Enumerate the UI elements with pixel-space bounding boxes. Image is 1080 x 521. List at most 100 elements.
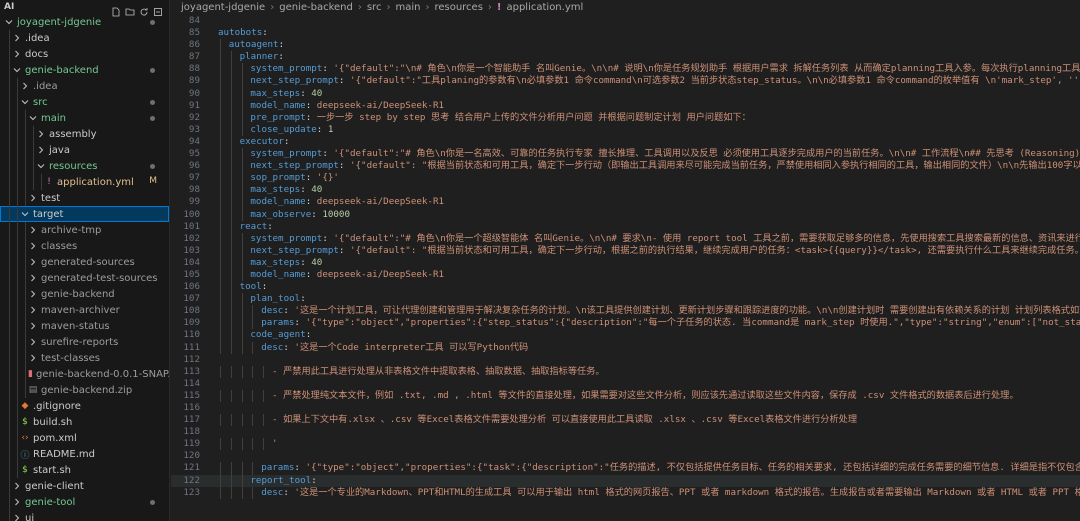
- collapse-all-icon[interactable]: [153, 2, 165, 16]
- chevron-right-icon[interactable]: [12, 514, 22, 521]
- new-file-icon[interactable]: [111, 2, 123, 17]
- breadcrumb-item[interactable]: genie-backend: [279, 2, 353, 13]
- code-line[interactable]: 84: [171, 15, 1080, 27]
- code-line[interactable]: 122 report_tool:: [171, 474, 1080, 487]
- tree-folder[interactable]: generated-sources: [0, 254, 169, 270]
- chevron-down-icon[interactable]: [36, 162, 46, 170]
- code-line[interactable]: 87 planner:: [171, 51, 1080, 64]
- tree-folder[interactable]: resources: [0, 158, 169, 174]
- code-line[interactable]: 123 desc: '这是一个专业的Markdown、PPT和HTML的生成工具 …: [171, 486, 1080, 499]
- chevron-right-icon[interactable]: [12, 498, 22, 506]
- tree-folder[interactable]: ui: [0, 510, 169, 521]
- chevron-right-icon[interactable]: [28, 194, 38, 202]
- breadcrumb-item[interactable]: resources: [434, 2, 482, 13]
- chevron-down-icon[interactable]: [28, 114, 38, 122]
- code-line[interactable]: 116: [171, 402, 1080, 414]
- tree-folder[interactable]: src: [0, 94, 169, 110]
- tree-folder[interactable]: classes: [0, 238, 169, 254]
- tree-file[interactable]: $ start.sh: [0, 462, 169, 478]
- code-line[interactable]: 86 autoagent:: [171, 39, 1080, 52]
- code-line[interactable]: 121 params: '{"type":"object","properties…: [171, 462, 1080, 475]
- tree-folder[interactable]: genie-tool: [0, 494, 169, 510]
- tree-folder[interactable]: archive-tmp: [0, 222, 169, 238]
- code-line[interactable]: 92 pre_prompt: 一步一步 step by step 思考 结合用户上…: [171, 111, 1080, 124]
- code-editor[interactable]: 84 85 autobots: 86 autoagent: 87 planner: 88 sys…: [171, 15, 1080, 521]
- code-line[interactable]: 90 max_steps: 40: [171, 87, 1080, 100]
- code-line[interactable]: 107 plan_tool:: [171, 293, 1080, 306]
- tree-folder[interactable]: joyagent-jdgenie: [0, 14, 169, 30]
- code-line[interactable]: 105 model_name: deepseek-ai/DeepSeek-R1: [171, 268, 1080, 282]
- chevron-right-icon[interactable]: [28, 226, 38, 234]
- code-line[interactable]: 85 autobots:: [171, 27, 1080, 39]
- tree-folder[interactable]: genie-client: [0, 478, 169, 494]
- tree-folder[interactable]: maven-archiver: [0, 302, 169, 318]
- chevron-right-icon[interactable]: [28, 306, 38, 314]
- tree-file[interactable]: ▮ genie-backend-0.0.1-SNAP...: [0, 366, 169, 382]
- code-line[interactable]: 103 next_step_prompt: '{"default": "根据当前状…: [171, 244, 1080, 257]
- code-line[interactable]: 98 max_steps: 40: [171, 184, 1080, 197]
- tree-file[interactable]: ! application.yml M: [0, 174, 169, 190]
- code-line[interactable]: 118: [171, 426, 1080, 438]
- code-line[interactable]: 89 next_step_prompt: '{"default":"工具plani…: [171, 75, 1080, 88]
- code-line[interactable]: 113 - 严禁用此工具进行处理从非表格文件中提取表格、抽取数据、抽取指标等任务。: [171, 365, 1080, 378]
- tree-folder[interactable]: docs: [0, 46, 169, 62]
- code-line[interactable]: 115 - 严禁处理纯文本文件，例如 .txt, .md , .html 等文件的…: [171, 389, 1080, 402]
- code-line[interactable]: 93 close_update: 1: [171, 123, 1080, 136]
- code-line[interactable]: 119 ': [171, 438, 1080, 451]
- code-line[interactable]: 112: [171, 354, 1080, 366]
- code-line[interactable]: 91 model_name: deepseek-ai/DeepSeek-R1: [171, 99, 1080, 112]
- tree-folder[interactable]: generated-test-sources: [0, 270, 169, 286]
- refresh-icon[interactable]: [139, 2, 151, 16]
- tree-folder[interactable]: genie-backend: [0, 62, 169, 78]
- tree-folder[interactable]: test-classes: [0, 350, 169, 366]
- code-line[interactable]: 109 params: '{"type":"object","properties…: [171, 317, 1080, 330]
- tree-folder[interactable]: target: [0, 206, 169, 222]
- breadcrumb-item[interactable]: main: [395, 2, 420, 13]
- tree-file[interactable]: ▤ genie-backend.zip: [0, 382, 169, 398]
- code-line[interactable]: 96 next_step_prompt: '{"default": "根据当前状态…: [171, 160, 1080, 173]
- code-line[interactable]: 94 executor:: [171, 135, 1080, 149]
- code-line[interactable]: 97 sop_prompt: '{}': [171, 172, 1080, 185]
- chevron-right-icon[interactable]: [28, 274, 38, 282]
- breadcrumb-item[interactable]: application.yml: [506, 2, 583, 13]
- tree-folder[interactable]: main: [0, 110, 169, 126]
- code-line[interactable]: 100 max_observe: 10000: [171, 208, 1080, 221]
- tree-folder[interactable]: surefire-reports: [0, 334, 169, 350]
- tree-folder[interactable]: java: [0, 142, 169, 158]
- chevron-down-icon[interactable]: [20, 210, 30, 218]
- chevron-right-icon[interactable]: [28, 258, 38, 266]
- chevron-right-icon[interactable]: [12, 482, 22, 490]
- tree-folder[interactable]: genie-backend: [0, 286, 169, 302]
- code-line[interactable]: 104 max_steps: 40: [171, 256, 1080, 269]
- tree-file[interactable]: $ build.sh: [0, 414, 169, 430]
- tree-file[interactable]: ◆ .gitignore: [0, 398, 169, 414]
- code-line[interactable]: 108 desc: '这是一个计划工具，可让代理创建和管理用于解决复杂任务的计划。…: [171, 305, 1080, 318]
- chevron-right-icon[interactable]: [12, 50, 22, 58]
- chevron-right-icon[interactable]: [28, 338, 38, 346]
- chevron-right-icon[interactable]: [28, 290, 38, 298]
- chevron-right-icon[interactable]: [12, 34, 22, 42]
- code-line[interactable]: 117 - 如果上下文中有.xlsx 、.csv 等Excel表格文件需要处理分析…: [171, 414, 1080, 427]
- tree-file[interactable]: ⓘ README.md: [0, 446, 169, 462]
- breadcrumb-item[interactable]: src: [367, 2, 382, 13]
- chevron-right-icon[interactable]: [20, 82, 30, 90]
- new-folder-icon[interactable]: [125, 2, 137, 16]
- tree-folder[interactable]: test: [0, 190, 169, 206]
- chevron-right-icon[interactable]: [28, 242, 38, 250]
- tree-file[interactable]: ‹› pom.xml: [0, 430, 169, 446]
- code-line[interactable]: 111 desc: '这是一个Code interpreter工具 可以写Pyth…: [171, 341, 1080, 354]
- code-line[interactable]: 101 react:: [171, 220, 1080, 233]
- chevron-down-icon[interactable]: [20, 98, 30, 106]
- chevron-right-icon[interactable]: [28, 354, 38, 362]
- code-line[interactable]: 99 model_name: deepseek-ai/DeepSeek-R1: [171, 196, 1080, 209]
- chevron-right-icon[interactable]: [36, 130, 46, 138]
- chevron-right-icon[interactable]: [28, 322, 38, 330]
- code-line[interactable]: 114: [171, 378, 1080, 390]
- chevron-down-icon[interactable]: [4, 18, 14, 26]
- tree-folder[interactable]: maven-status: [0, 318, 169, 334]
- chevron-right-icon[interactable]: [36, 146, 46, 154]
- tree-folder[interactable]: .idea: [0, 30, 169, 46]
- tree-folder[interactable]: .idea: [0, 78, 169, 94]
- code-line[interactable]: 95 system_prompt: '{"default":"# 角色\n你是一名…: [171, 148, 1080, 161]
- code-line[interactable]: 106 tool:: [171, 281, 1080, 294]
